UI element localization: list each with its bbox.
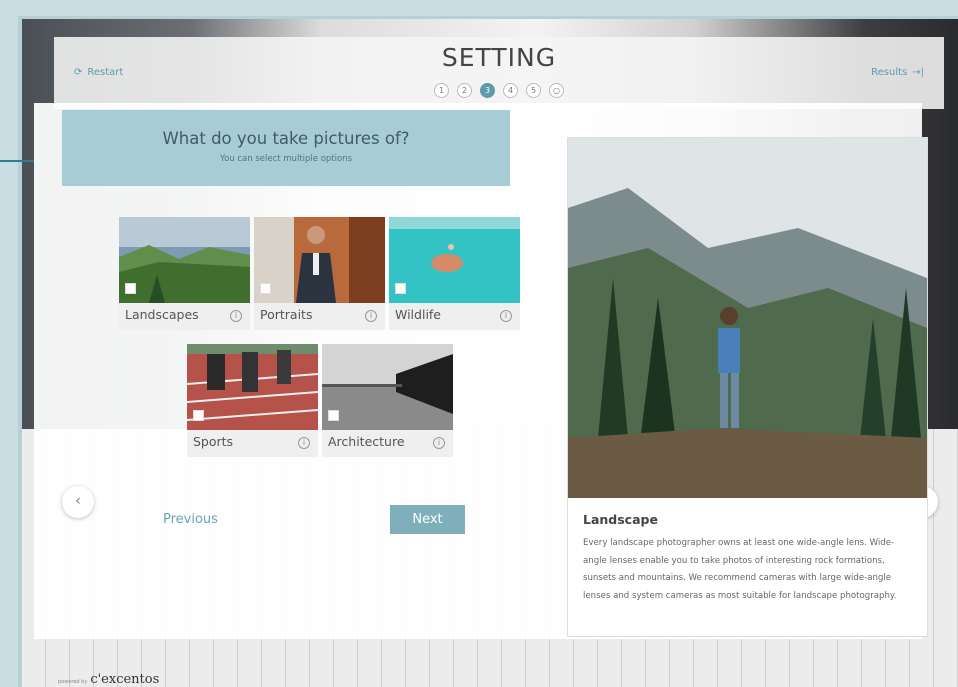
landscapes-label: Landscapes (125, 307, 199, 322)
arrow-right-bar-icon: →| (912, 67, 924, 78)
question-title: What do you take pictures of? (162, 129, 410, 148)
detail-description: Every landscape photographer owns at lea… (583, 538, 897, 601)
option-architecture[interactable]: Architecture i (322, 344, 453, 457)
architecture-checkbox[interactable] (328, 410, 339, 421)
option-wildlife[interactable]: Wildlife i (389, 217, 520, 330)
info-icon[interactable]: i (298, 437, 310, 449)
step-indicator: 1 2 3 4 5 ○ (54, 83, 944, 98)
previous-button[interactable]: Previous (163, 512, 218, 527)
info-icon[interactable]: i (500, 310, 512, 322)
architecture-label: Architecture (328, 434, 405, 449)
step-1[interactable]: 1 (434, 83, 449, 98)
next-button[interactable]: Next (390, 505, 465, 534)
brand-logo: c'excentos (90, 672, 160, 687)
portraits-image (254, 217, 385, 303)
option-landscapes[interactable]: Landscapes i (119, 217, 250, 330)
wildlife-label: Wildlife (395, 307, 442, 322)
page-title: SETTING (441, 43, 557, 72)
sports-checkbox[interactable] (193, 410, 204, 421)
detail-photo (568, 138, 927, 498)
wildlife-checkbox[interactable] (395, 283, 406, 294)
sports-image (187, 344, 318, 430)
option-sports[interactable]: Sports i (187, 344, 318, 457)
step-4[interactable]: 4 (503, 83, 518, 98)
carousel-prev-button[interactable]: ‹ (62, 486, 94, 518)
step-3[interactable]: 3 (480, 83, 495, 98)
architecture-image (322, 344, 453, 430)
wildlife-image (389, 217, 520, 303)
step-2[interactable]: 2 (457, 83, 472, 98)
portraits-checkbox[interactable] (260, 283, 271, 294)
step-results[interactable]: ○ (549, 83, 564, 98)
results-label: Results (871, 67, 908, 78)
powered-by-label: powered by (58, 679, 88, 685)
sports-label: Sports (193, 434, 234, 449)
question-subtitle: You can select multiple options (220, 154, 352, 164)
info-icon[interactable]: i (230, 310, 242, 322)
header-bar: ⟳ Restart SETTING 1 2 3 4 5 ○ Results →| (54, 37, 944, 109)
question-box: What do you take pictures of? You can se… (62, 110, 510, 186)
footer-brand: powered by c'excentos (58, 672, 159, 687)
detail-title: Landscape (583, 512, 658, 527)
info-icon[interactable]: i (433, 437, 445, 449)
landscapes-image (119, 217, 250, 303)
results-button[interactable]: Results →| (871, 67, 924, 78)
info-icon[interactable]: i (365, 310, 377, 322)
detail-panel: Landscape Every landscape photographer o… (567, 137, 928, 637)
option-portraits[interactable]: Portraits i (254, 217, 385, 330)
landscapes-checkbox[interactable] (125, 283, 136, 294)
step-5[interactable]: 5 (526, 83, 541, 98)
portraits-label: Portraits (260, 307, 313, 322)
chevron-left-icon: ‹ (75, 493, 81, 509)
